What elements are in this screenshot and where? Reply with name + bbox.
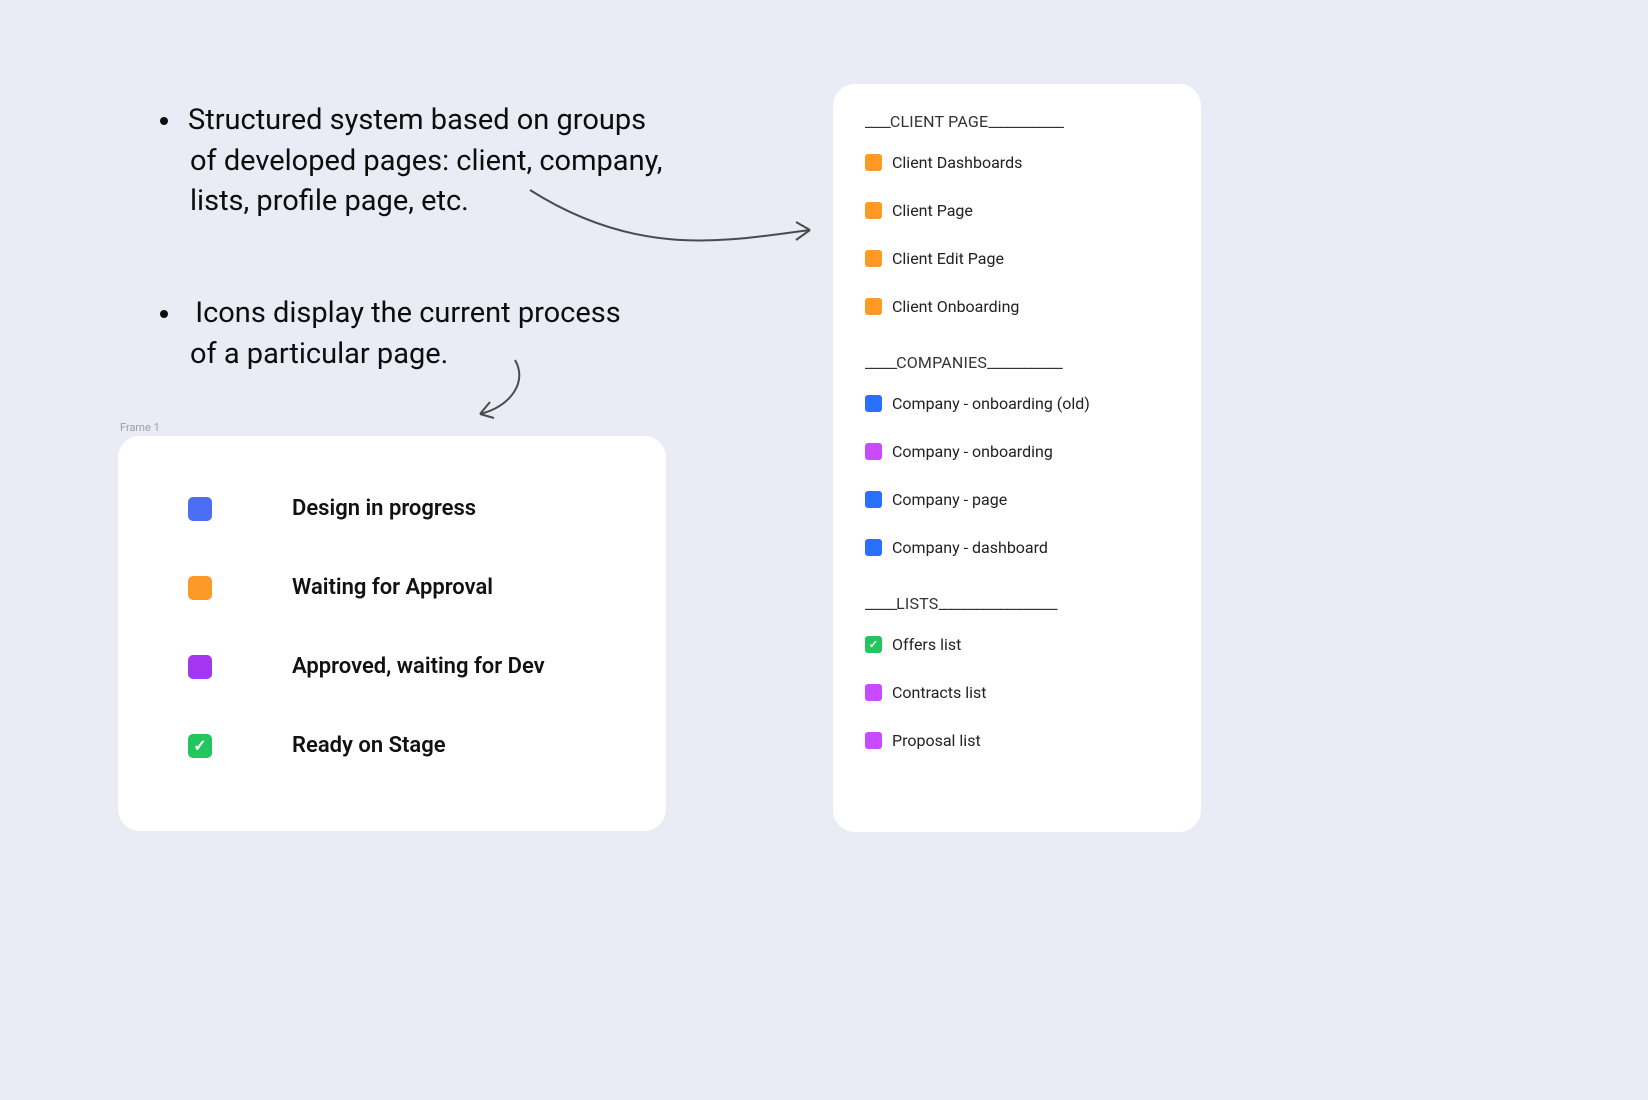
page-row: Client Dashboards	[865, 153, 1169, 172]
section-header: _____COMPANIES____________	[865, 353, 1169, 372]
page-label: Proposal list	[892, 731, 981, 750]
page-row: Company - page	[865, 490, 1169, 509]
status-swatch-orange-icon	[865, 298, 882, 315]
section-header: ____CLIENT PAGE____________	[865, 112, 1169, 131]
legend-label: Waiting for Approval	[292, 575, 493, 600]
status-swatch-purple-icon	[865, 732, 882, 749]
status-swatch-blue-icon	[188, 497, 212, 521]
bullet-item-2: Icons display the current process of a p…	[160, 293, 621, 374]
arrow-down-icon	[460, 352, 540, 432]
status-swatch-orange-icon	[865, 250, 882, 267]
status-swatch-orange-icon	[865, 202, 882, 219]
section-header: _____LISTS___________________	[865, 594, 1169, 613]
status-swatch-green-check-icon: ✓	[188, 734, 212, 758]
legend-label: Design in progress	[292, 496, 476, 521]
header-underscore: ____	[865, 112, 890, 131]
page-label: Contracts list	[892, 683, 987, 702]
header-title: LISTS	[896, 594, 938, 613]
page-row: Company - onboarding (old)	[865, 394, 1169, 413]
bullet-text: Icons display the current process	[188, 296, 621, 330]
header-underscore: ___________________	[938, 594, 1056, 613]
status-swatch-purple-icon	[865, 684, 882, 701]
status-swatch-orange-icon	[865, 154, 882, 171]
legend-card: Design in progress Waiting for Approval …	[118, 436, 666, 831]
page-row: Contracts list	[865, 683, 1169, 702]
page-label: Company - onboarding (old)	[892, 394, 1090, 413]
bullet-text: lists, profile page, etc.	[190, 184, 469, 218]
header-underscore: _____	[865, 353, 896, 372]
header-underscore: ____________	[987, 353, 1062, 372]
legend-row: ✓ Ready on Stage	[188, 733, 616, 758]
bullet-text: Structured system based on groups	[188, 103, 646, 137]
legend-row: Approved, waiting for Dev	[188, 654, 616, 679]
frame-label: Frame 1	[120, 421, 160, 434]
page-label: Client Page	[892, 201, 973, 220]
header-title: CLIENT PAGE	[890, 112, 988, 131]
header-underscore: ____________	[988, 112, 1063, 131]
page-label: Company - onboarding	[892, 442, 1053, 461]
page-row: Client Onboarding	[865, 297, 1169, 316]
page-row: ✓ Offers list	[865, 635, 1169, 654]
bullet-dot-icon	[160, 117, 168, 125]
status-swatch-blue-icon	[865, 395, 882, 412]
page-label: Offers list	[892, 635, 961, 654]
bullet-text: of a particular page.	[190, 337, 448, 371]
page-row: Company - dashboard	[865, 538, 1169, 557]
check-icon: ✓	[869, 638, 878, 651]
check-icon: ✓	[193, 736, 206, 755]
status-swatch-purple-icon	[188, 655, 212, 679]
page-row: Client Edit Page	[865, 249, 1169, 268]
page-label: Company - dashboard	[892, 538, 1048, 557]
legend-row: Design in progress	[188, 496, 616, 521]
status-swatch-green-check-icon: ✓	[865, 636, 882, 653]
status-swatch-blue-icon	[865, 539, 882, 556]
legend-label: Approved, waiting for Dev	[292, 654, 545, 679]
page-row: Proposal list	[865, 731, 1169, 750]
page-label: Company - page	[892, 490, 1007, 509]
page-row: Client Page	[865, 201, 1169, 220]
page-label: Client Onboarding	[892, 297, 1019, 316]
page-label: Client Edit Page	[892, 249, 1004, 268]
legend-row: Waiting for Approval	[188, 575, 616, 600]
header-underscore: _____	[865, 594, 896, 613]
status-swatch-purple-icon	[865, 443, 882, 460]
page-row: Company - onboarding	[865, 442, 1169, 461]
pages-sidebar-card: ____CLIENT PAGE____________ Client Dashb…	[833, 84, 1201, 832]
legend-label: Ready on Stage	[292, 733, 446, 758]
status-swatch-orange-icon	[188, 576, 212, 600]
bullet-dot-icon	[160, 310, 168, 318]
status-swatch-blue-icon	[865, 491, 882, 508]
page-label: Client Dashboards	[892, 153, 1022, 172]
header-title: COMPANIES	[896, 353, 987, 372]
arrow-right-icon	[520, 170, 830, 270]
